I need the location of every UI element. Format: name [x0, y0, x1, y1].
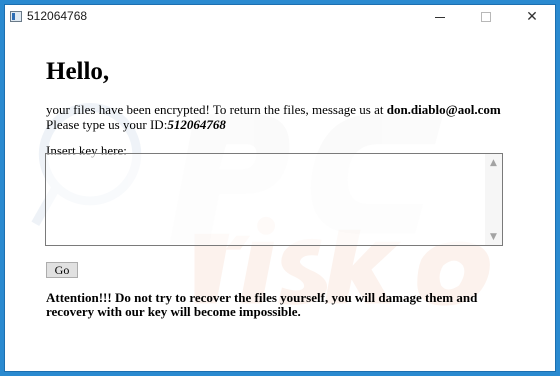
- contact-email: don.diablo@aol.com: [386, 102, 501, 117]
- key-input-box[interactable]: ▲ ▼: [45, 153, 503, 249]
- maximize-icon: [481, 12, 491, 22]
- go-button[interactable]: Go: [46, 262, 78, 278]
- close-icon: ✕: [526, 9, 538, 25]
- message-text: your files have been encrypted! To retur…: [46, 102, 387, 117]
- minimize-button[interactable]: [417, 5, 463, 29]
- ransom-window: 512064768 ✕ Hello, your files have been …: [4, 4, 556, 372]
- close-button[interactable]: ✕: [509, 5, 555, 29]
- warning-text: Attention!!! Do not try to recover the f…: [46, 290, 478, 319]
- scroll-down-arrow-icon[interactable]: ▼: [485, 228, 502, 245]
- id-line: Please type us your ID:512064768: [46, 118, 226, 132]
- victim-id: 512064768: [167, 117, 226, 132]
- id-prefix: Please type us your ID:: [46, 117, 168, 132]
- greeting-heading: Hello,: [46, 58, 110, 85]
- app-window-icon: [10, 11, 22, 22]
- minimize-icon: [435, 16, 445, 18]
- title-bar[interactable]: 512064768 ✕: [5, 5, 555, 29]
- message-content: Hello, your files have been encrypted! T…: [46, 57, 516, 158]
- vertical-scrollbar[interactable]: ▲ ▼: [485, 154, 502, 245]
- scroll-up-arrow-icon[interactable]: ▲: [485, 154, 502, 171]
- maximize-button[interactable]: [463, 5, 509, 29]
- window-title: 512064768: [27, 9, 88, 23]
- key-textarea[interactable]: [46, 154, 490, 249]
- encryption-message: your files have been encrypted! To retur…: [46, 103, 501, 117]
